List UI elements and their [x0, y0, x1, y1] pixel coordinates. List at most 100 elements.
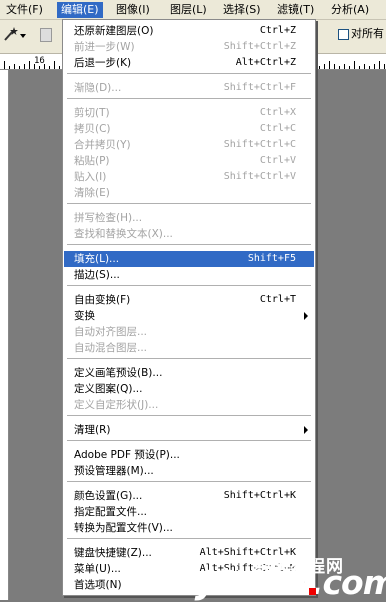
menu-separator: [67, 358, 311, 359]
menu-item-label: 拷贝(C): [74, 123, 111, 135]
menu-item-label: 合并拷贝(Y): [74, 139, 131, 151]
menu-item[interactable]: 后退一步(K) Alt+Ctrl+Z: [64, 55, 314, 71]
menu-item-label: 清理(R): [74, 424, 111, 436]
menu-item[interactable]: 清理(R): [64, 422, 314, 438]
submenu-arrow-icon: [304, 312, 308, 320]
ruler-tick: [9, 66, 10, 69]
menu-item-label: 前进一步(W): [74, 41, 135, 53]
menu-separator: [67, 244, 311, 245]
menubar-item[interactable]: 编辑(E): [57, 2, 103, 18]
menu-item-label: 后退一步(K): [74, 57, 132, 69]
menu-item-shortcut: Ctrl+T: [259, 294, 296, 305]
menu-item-shortcut: Shift+Ctrl+Z: [223, 41, 296, 52]
menu-item[interactable]: 变换: [64, 308, 314, 324]
ruler-tick: [379, 61, 380, 69]
menu-item-label: 转换为配置文件(V)...: [74, 522, 173, 534]
watermark-line2: JCWcn.com: [200, 563, 386, 602]
menu-item[interactable]: 填充(L)... Shift+F5: [64, 251, 314, 267]
menu-item-label: 填充(L)...: [74, 253, 120, 265]
menu-item: 剪切(T) Ctrl+X: [64, 105, 314, 121]
menu-item-label: 拼写检查(H)...: [74, 212, 143, 224]
menu-item[interactable]: 预设管理器(M)...: [64, 463, 314, 479]
menu-item-label: 菜单(U)...: [74, 563, 121, 575]
menu-item: 清除(E): [64, 185, 314, 201]
menu-item[interactable]: 自由变换(F) Ctrl+T: [64, 292, 314, 308]
menu-separator: [67, 73, 311, 74]
menu-item-shortcut: Shift+Ctrl+F: [223, 82, 296, 93]
ruler-tick: [384, 64, 385, 69]
menu-item-shortcut: Shift+F5: [247, 253, 296, 264]
menu-item-label: 自动混合图层...: [74, 342, 148, 354]
ruler-tick: [339, 66, 340, 69]
menubar-item[interactable]: 选择(S): [219, 2, 265, 18]
menu-item: 前进一步(W) Shift+Ctrl+Z: [64, 39, 314, 55]
menu-item-label: 自由变换(F): [74, 294, 131, 306]
menu-separator: [67, 440, 311, 441]
menu-item[interactable]: 转换为配置文件(V)...: [64, 520, 314, 536]
menu-separator: [67, 538, 311, 539]
ruler-tick: [364, 64, 365, 69]
menu-separator: [67, 98, 311, 99]
menu-item-label: 键盘快捷键(Z)...: [74, 547, 152, 559]
menu-item-shortcut: Ctrl+Z: [259, 25, 296, 36]
menu-item: 合并拷贝(Y) Shift+Ctrl+C: [64, 137, 314, 153]
menu-item-label: 还原新建图层(O): [74, 25, 154, 37]
menu-item-label: 定义图案(Q)...: [74, 383, 143, 395]
ruler-tick: [49, 66, 50, 69]
ruler-tick: [324, 64, 325, 69]
menu-item-label: 首选项(N): [74, 579, 122, 591]
menu-item-shortcut: Ctrl+V: [259, 155, 296, 166]
menubar-item[interactable]: 图像(I): [112, 2, 154, 18]
menu-item[interactable]: Adobe PDF 预设(P)...: [64, 447, 314, 463]
menu-item-label: 粘贴(P): [74, 155, 110, 167]
vertical-ruler: [0, 70, 9, 600]
menubar-item[interactable]: 文件(F): [2, 2, 47, 18]
menu-item: 贴入(I) Shift+Ctrl+V: [64, 169, 314, 185]
menu-item: 定义自定形状(J)...: [64, 397, 314, 413]
menu-item: 渐隐(D)... Shift+Ctrl+F: [64, 80, 314, 96]
menu-bar: 文件(F) 编辑(E) 图像(I) 图层(L) 选择(S) 滤镜(T) 分析(A): [0, 0, 386, 20]
menu-item[interactable]: 定义图案(Q)...: [64, 381, 314, 397]
menu-item-label: 剪切(T): [74, 107, 110, 119]
ruler-tick: [344, 64, 345, 69]
ruler-tick: [39, 66, 40, 69]
ruler-tick: [34, 64, 35, 69]
menu-separator: [67, 481, 311, 482]
menu-item: 拷贝(C) Ctrl+C: [64, 121, 314, 137]
menu-item: 自动混合图层...: [64, 340, 314, 356]
ruler-tick: [354, 61, 355, 69]
menu-item: 自动对齐图层...: [64, 324, 314, 340]
ruler-tick: [59, 66, 60, 69]
menu-item-label: 定义画笔预设(B)...: [74, 367, 163, 379]
menu-item[interactable]: 颜色设置(G)... Shift+Ctrl+K: [64, 488, 314, 504]
menu-item-shortcut: Ctrl+X: [259, 107, 296, 118]
menu-item[interactable]: 指定配置文件...: [64, 504, 314, 520]
tool-preset-dropdown-icon[interactable]: [20, 34, 26, 38]
menubar-item[interactable]: 滤镜(T): [273, 2, 318, 18]
menubar-item[interactable]: 图层(L): [166, 2, 211, 18]
ruler-tick: [4, 61, 5, 69]
watermark-dot: [309, 588, 316, 595]
menu-item[interactable]: 定义画笔预设(B)...: [64, 365, 314, 381]
ruler-tick: [319, 66, 320, 69]
menubar-item[interactable]: 分析(A): [327, 2, 373, 18]
menu-item-shortcut: Alt+Ctrl+Z: [235, 57, 296, 68]
magic-wand-icon[interactable]: [2, 26, 18, 42]
menu-item-shortcut: Shift+Ctrl+V: [223, 171, 296, 182]
ruler-tick: [14, 64, 15, 69]
menu-item-label: 颜色设置(G)...: [74, 490, 143, 502]
submenu-arrow-icon: [304, 426, 308, 434]
menu-item: 查找和替换文本(X)...: [64, 226, 314, 242]
menu-item: 粘贴(P) Ctrl+V: [64, 153, 314, 169]
menu-item[interactable]: 描边(S)...: [64, 267, 314, 283]
menu-separator: [67, 415, 311, 416]
menu-item[interactable]: 还原新建图层(O) Ctrl+Z: [64, 23, 314, 39]
menu-item-shortcut: Ctrl+C: [259, 123, 296, 134]
menu-item-label: 贴入(I): [74, 171, 107, 183]
menu-item-label: 查找和替换文本(X)...: [74, 228, 173, 240]
selection-mode-button[interactable]: [40, 28, 52, 42]
ruler-tick: [24, 64, 25, 69]
menu-item-label: 变换: [74, 310, 95, 322]
sample-all-layers-checkbox[interactable]: [338, 29, 349, 40]
edit-menu: 还原新建图层(O) Ctrl+Z 前进一步(W) Shift+Ctrl+Z 后退一步(K…: [62, 19, 316, 596]
